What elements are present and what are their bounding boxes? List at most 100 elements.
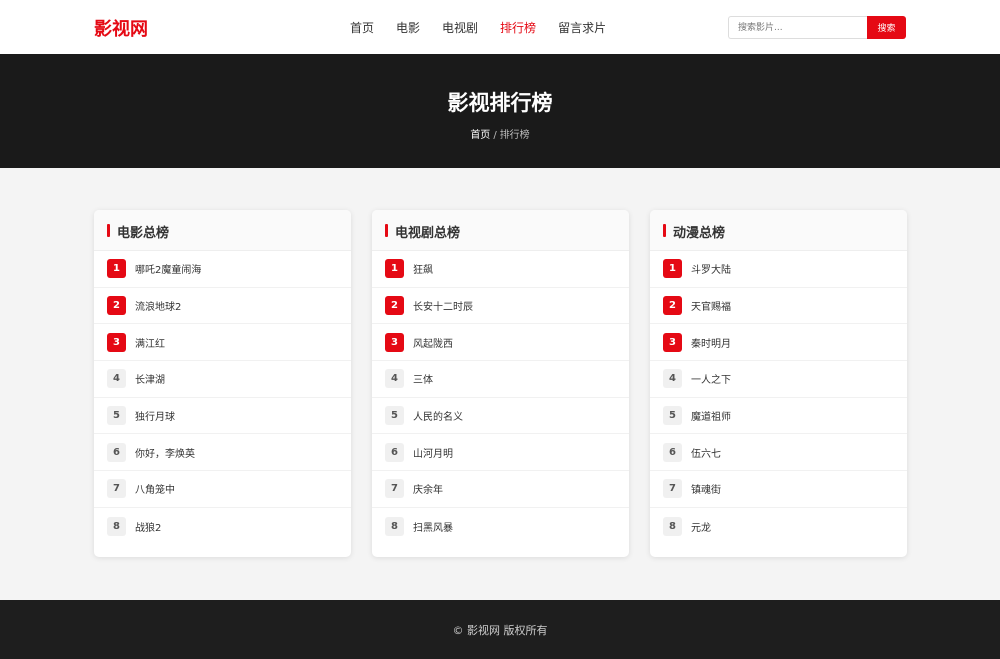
rank-item[interactable]: 2 长安十二时辰 [372,288,629,325]
rank-item[interactable]: 4 一人之下 [650,361,907,398]
rank-item[interactable]: 8 扫黑风暴 [372,508,629,545]
rank-title[interactable]: 人民的名义 [413,408,463,423]
rank-title[interactable]: 天官赐福 [691,298,731,313]
rank-number-badge: 7 [385,479,404,499]
rank-title[interactable]: 三体 [413,371,433,386]
rank-number-badge: 6 [107,442,126,462]
ranking-card-movies: 电影总榜 1 哪吒2魔童闹海 2 流浪地球2 3 满江红 4 长津湖 5 独行月球 6 你好，李焕英 7… [94,210,351,557]
site-header: 影视网 首页 电影 电视剧 排行榜 留言求片 搜索 [0,0,1000,54]
rank-item[interactable]: 4 三体 [372,361,629,398]
rank-item[interactable]: 7 镇魂街 [650,471,907,508]
rank-number-badge: 3 [385,332,404,352]
rank-title[interactable]: 流浪地球2 [135,298,181,313]
rank-item[interactable]: 1 斗罗大陆 [650,251,907,288]
rank-number-badge: 5 [107,406,126,426]
rank-item[interactable]: 3 风起陇西 [372,324,629,362]
rank-item[interactable]: 5 独行月球 [94,398,351,435]
nav-item-rankings[interactable]: 排行榜 [500,19,536,36]
rank-number-badge: 8 [385,516,404,536]
rank-number-badge: 7 [663,479,682,499]
nav-item-home[interactable]: 首页 [350,19,374,36]
rank-title[interactable]: 扫黑风暴 [413,519,453,534]
rank-item[interactable]: 1 哪吒2魔童闹海 [94,251,351,288]
breadcrumb: 首页 / 排行榜 [0,126,1000,141]
rank-title[interactable]: 风起陇西 [413,335,453,350]
card-title: 电视剧总榜 [395,226,461,241]
rank-number-badge: 4 [107,369,126,389]
rank-title[interactable]: 长津湖 [135,371,165,386]
rank-item[interactable]: 7 庆余年 [372,471,629,508]
rank-number-badge: 1 [385,259,404,279]
rank-title[interactable]: 狂飙 [413,261,433,276]
rank-item[interactable]: 3 满江红 [94,324,351,362]
rank-item[interactable]: 5 魔道祖师 [650,398,907,435]
rank-title[interactable]: 镇魂街 [691,481,721,496]
rank-title[interactable]: 庆余年 [413,481,443,496]
breadcrumb-current: 排行榜 [499,130,530,141]
rank-item[interactable]: 8 元龙 [650,508,907,545]
rank-item[interactable]: 6 伍六七 [650,434,907,472]
rank-title[interactable]: 独行月球 [135,408,175,423]
breadcrumb-separator: / [493,130,497,141]
ranking-card-anime: 动漫总榜 1 斗罗大陆 2 天官赐福 3 秦时明月 4 一人之下 5 魔道祖师 6 伍六七 7 镇魂街 8 元… [650,210,907,557]
accent-bar [107,224,110,237]
rank-number-badge: 7 [107,479,126,499]
rank-number-badge: 2 [385,296,404,316]
rank-title[interactable]: 秦时明月 [691,335,731,350]
rank-title[interactable]: 战狼2 [135,519,161,534]
rank-title[interactable]: 你好，李焕英 [135,445,195,460]
ranking-card-tv: 电视剧总榜 1 狂飙 2 长安十二时辰 3 风起陇西 4 三体 5 人民的名义 6 山河月明 7 庆余年 8… [372,210,629,557]
search-button[interactable]: 搜索 [867,16,906,39]
rank-title[interactable]: 元龙 [691,519,711,534]
rank-item[interactable]: 7 八角笼中 [94,471,351,508]
rank-number-badge: 3 [107,332,126,352]
rank-number-badge: 6 [663,442,682,462]
nav-item-movies[interactable]: 电影 [396,19,420,36]
nav-item-request[interactable]: 留言求片 [558,19,606,36]
rank-number-badge: 2 [107,296,126,316]
accent-bar [385,224,388,237]
rank-number-badge: 1 [107,259,126,279]
rank-title[interactable]: 满江红 [135,335,165,350]
rank-title[interactable]: 伍六七 [691,445,721,460]
rank-item[interactable]: 1 狂飙 [372,251,629,288]
rank-item[interactable]: 8 战狼2 [94,508,351,545]
card-title: 电影总榜 [117,226,170,241]
card-title: 动漫总榜 [673,226,726,241]
rank-list: 1 斗罗大陆 2 天官赐福 3 秦时明月 4 一人之下 5 魔道祖师 6 伍六七 7 镇魂街 8 元龙 [650,251,907,545]
breadcrumb-home[interactable]: 首页 [470,130,490,141]
rank-title[interactable]: 一人之下 [691,371,731,386]
rank-title[interactable]: 八角笼中 [135,481,175,496]
accent-bar [663,224,666,237]
copyright-text: © 影视网 版权所有 [452,624,548,637]
rank-number-badge: 6 [385,442,404,462]
card-header: 动漫总榜 [650,210,907,251]
rank-item[interactable]: 3 秦时明月 [650,324,907,362]
rank-item[interactable]: 2 流浪地球2 [94,288,351,325]
rank-title[interactable]: 魔道祖师 [691,408,731,423]
rank-item[interactable]: 6 你好，李焕英 [94,434,351,472]
rank-list: 1 哪吒2魔童闹海 2 流浪地球2 3 满江红 4 长津湖 5 独行月球 6 你好，李焕英 7 八角笼中 8… [94,251,351,545]
rank-title[interactable]: 长安十二时辰 [413,298,473,313]
rank-number-badge: 5 [385,406,404,426]
site-logo[interactable]: 影视网 [94,15,148,41]
card-header: 电影总榜 [94,210,351,251]
rank-title[interactable]: 哪吒2魔童闹海 [135,261,201,276]
rank-item[interactable]: 2 天官赐福 [650,288,907,325]
rank-number-badge: 8 [107,516,126,536]
rank-number-badge: 1 [663,259,682,279]
search-input[interactable] [728,16,867,39]
rank-title[interactable]: 山河月明 [413,445,453,460]
nav-item-tv[interactable]: 电视剧 [442,19,478,36]
rank-number-badge: 8 [663,516,682,536]
page-banner: 影视排行榜 首页 / 排行榜 [0,54,1000,168]
rank-number-badge: 4 [385,369,404,389]
main-nav: 首页 电影 电视剧 排行榜 留言求片 [350,0,628,54]
rank-list: 1 狂飙 2 长安十二时辰 3 风起陇西 4 三体 5 人民的名义 6 山河月明 7 庆余年 8 扫黑风暴 [372,251,629,545]
rank-item[interactable]: 6 山河月明 [372,434,629,472]
rank-item[interactable]: 4 长津湖 [94,361,351,398]
page-title: 影视排行榜 [447,91,553,115]
rank-number-badge: 3 [663,332,682,352]
rank-item[interactable]: 5 人民的名义 [372,398,629,435]
rank-title[interactable]: 斗罗大陆 [691,261,731,276]
